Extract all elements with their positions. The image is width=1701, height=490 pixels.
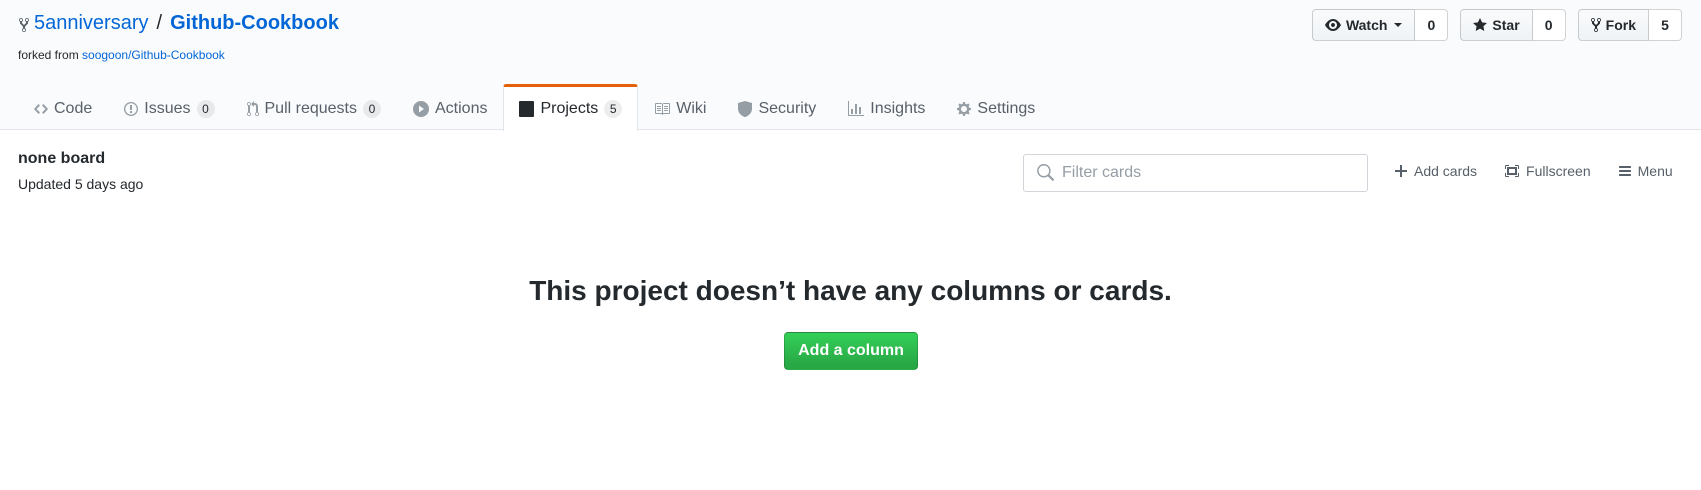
add-cards-button[interactable]: Add cards xyxy=(1394,163,1477,179)
repo-forked-icon xyxy=(19,17,29,33)
plus-icon xyxy=(1395,165,1407,177)
pagehead-actions: Watch 0 Star 0 Fork 5 xyxy=(1311,9,1682,41)
repo-header: 5anniversary / Github-Cookbook forked fr… xyxy=(0,0,1701,131)
tab-actions-label: Actions xyxy=(435,99,488,117)
watch-label: Watch xyxy=(1345,17,1388,33)
filter-cards-box xyxy=(1023,154,1368,192)
fullscreen-label: Fullscreen xyxy=(1526,163,1591,179)
tab-issues[interactable]: Issues 0 xyxy=(108,84,230,130)
shield-icon xyxy=(738,100,753,117)
star-button[interactable]: Star xyxy=(1460,9,1533,41)
repo-path-separator: / xyxy=(156,12,163,34)
book-icon xyxy=(655,102,671,115)
search-icon xyxy=(1037,164,1054,181)
tab-actions[interactable]: Actions xyxy=(397,84,503,130)
repo-owner-link[interactable]: 5anniversary xyxy=(34,12,149,35)
filter-cards-input[interactable] xyxy=(1062,164,1362,182)
git-pull-request-icon xyxy=(246,100,259,116)
projects-counter: 5 xyxy=(604,100,623,118)
tab-insights[interactable]: Insights xyxy=(832,84,941,130)
tab-insights-label: Insights xyxy=(870,99,926,117)
watch-group: Watch 0 xyxy=(1311,9,1449,41)
star-count[interactable]: 0 xyxy=(1532,9,1566,41)
project-name[interactable]: none board xyxy=(18,150,143,168)
tab-settings-label: Settings xyxy=(977,99,1036,117)
fork-button[interactable]: Fork xyxy=(1577,9,1649,41)
tab-security-label: Security xyxy=(758,99,817,117)
project-icon xyxy=(519,101,535,117)
repo-title: 5anniversary / Github-Cookbook xyxy=(18,12,339,35)
code-icon xyxy=(34,103,48,114)
fork-group: Fork 5 xyxy=(1577,9,1682,41)
add-cards-label: Add cards xyxy=(1414,163,1478,179)
forked-from-link[interactable]: soogoon/Github-Cookbook xyxy=(82,48,225,62)
tab-code-label: Code xyxy=(54,99,93,117)
tab-projects-label: Projects xyxy=(540,100,599,117)
star-icon xyxy=(1473,18,1488,31)
repo-nav: Code Issues 0 Pull requests 0 Actions Pr… xyxy=(18,84,1051,131)
tab-security[interactable]: Security xyxy=(722,84,832,130)
forked-from: forked from soogoon/Github-Cookbook xyxy=(18,48,225,62)
project-header: none board Updated 5 days ago xyxy=(18,150,143,192)
graph-icon xyxy=(848,100,865,116)
watch-count[interactable]: 0 xyxy=(1415,9,1449,41)
menu-button[interactable]: Menu xyxy=(1618,163,1673,179)
fork-count[interactable]: 5 xyxy=(1649,9,1682,41)
hamburger-menu-icon xyxy=(1618,166,1631,176)
project-toolbar: Add cards Fullscreen Menu xyxy=(1394,163,1673,179)
star-group: Star 0 xyxy=(1460,9,1566,41)
tab-projects[interactable]: Projects 5 xyxy=(503,84,639,131)
watch-button[interactable]: Watch xyxy=(1311,9,1416,41)
fullscreen-button[interactable]: Fullscreen xyxy=(1504,163,1591,179)
repo-forked-icon xyxy=(1590,17,1601,33)
menu-label: Menu xyxy=(1637,163,1673,179)
tab-code[interactable]: Code xyxy=(18,84,108,130)
tab-pull-requests-label: Pull requests xyxy=(264,99,358,117)
gear-icon xyxy=(957,101,972,116)
issue-opened-icon xyxy=(124,101,139,116)
screen-full-icon xyxy=(1505,165,1520,177)
pull-requests-counter: 0 xyxy=(363,99,381,118)
issues-counter: 0 xyxy=(196,99,215,118)
tab-wiki[interactable]: Wiki xyxy=(638,84,722,130)
project-updated: Updated 5 days ago xyxy=(18,176,144,192)
repo-name-link[interactable]: Github-Cookbook xyxy=(170,12,339,35)
star-label: Star xyxy=(1492,17,1520,33)
fork-label: Fork xyxy=(1605,17,1636,33)
caret-down-icon xyxy=(1394,23,1403,27)
tab-pull-requests[interactable]: Pull requests 0 xyxy=(231,84,398,130)
tab-settings[interactable]: Settings xyxy=(941,84,1051,130)
play-icon xyxy=(413,100,429,117)
empty-project-message: This project doesn’t have any columns or… xyxy=(529,275,1172,306)
forked-from-label: forked from xyxy=(18,48,79,62)
eye-icon xyxy=(1324,19,1341,31)
add-column-button[interactable]: Add a column xyxy=(784,332,918,370)
tab-wiki-label: Wiki xyxy=(676,99,707,117)
tab-issues-label: Issues xyxy=(144,99,191,117)
